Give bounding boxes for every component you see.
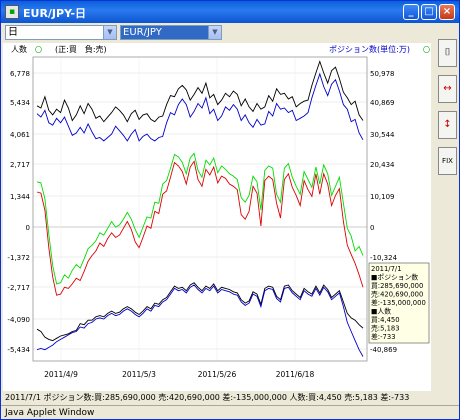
minimize-button[interactable]: _: [403, 4, 419, 20]
plot-frame: [32, 56, 368, 362]
grid: [33, 57, 367, 361]
right-legend-badge[interactable]: 〇: [423, 46, 430, 54]
series-line-5: [36, 284, 364, 357]
left-legend-badge[interactable]: 〇: [35, 46, 42, 54]
right-tick-label: 0: [370, 224, 374, 232]
pair-value: EUR/JPY: [123, 27, 162, 38]
tooltip-line: 差:-733: [371, 332, 396, 341]
title-bar[interactable]: ▪ EUR/JPY-日 _ □ ×: [1, 1, 459, 23]
x-tick-label: 2011/5/26: [198, 370, 237, 379]
chevron-down-icon[interactable]: ▼: [208, 26, 221, 39]
tooltip-line: 差:-135,000,000: [371, 298, 426, 307]
x-tick-label: 2011/4/9: [44, 370, 78, 379]
tooltip-line: 2011/7/1: [371, 265, 402, 273]
chart-panel: 人数 〇 (正:買 負:売) ポジション数(単位:万) 〇 6,778 5,434…: [3, 43, 431, 391]
tooltip-line: 買:4,450: [371, 316, 400, 324]
left-legend-note: (正:買 負:売): [55, 44, 107, 54]
fix-button[interactable]: FIX: [438, 147, 457, 175]
left-tick-label: -2,717: [7, 284, 30, 292]
horizontal-expand-icon[interactable]: ↔: [438, 75, 457, 103]
tooltip-line: 買:285,690,000: [371, 282, 423, 290]
left-tick-label: -1,372: [7, 254, 30, 262]
left-tick-label: 2,717: [10, 161, 30, 169]
left-legend-label: 人数: [11, 44, 27, 54]
left-tick-label: 4,061: [10, 131, 30, 139]
series-group: [36, 60, 364, 357]
left-tick-label: 6,778: [10, 70, 30, 78]
right-tick-label: 50,978: [370, 70, 395, 78]
axes: 6,778 5,434 4,061 2,717 1,344 0 -1,372 -2,717 -4…: [7, 56, 398, 379]
pair-select[interactable]: EUR/JPY ▼: [120, 25, 222, 40]
vertical-expand-icon[interactable]: ↕: [438, 111, 457, 139]
tooltip-line: 売:420,690,000: [371, 290, 423, 299]
series-line-3: [36, 160, 364, 296]
x-tick-label: 2011/5/3: [122, 370, 156, 379]
right-tick-label: -10,324: [370, 254, 398, 262]
app-icon: ▪: [5, 5, 19, 19]
tooltip-line: 売:5,183: [371, 324, 400, 333]
left-tick-label: -5,434: [7, 346, 30, 354]
period-value: 日: [8, 27, 18, 38]
right-tick-label: 30,544: [370, 131, 395, 139]
chart-icon[interactable]: ⌷: [438, 39, 457, 67]
window-title: EUR/JPY-日: [23, 7, 87, 20]
chart-svg[interactable]: 人数 〇 (正:買 負:売) ポジション数(単位:万) 〇 6,778 5,434…: [3, 43, 431, 391]
close-button[interactable]: ×: [439, 4, 455, 20]
toolbar: 日 ▼ EUR/JPY ▼: [3, 23, 459, 43]
right-legend-label: ポジション数(単位:万): [329, 44, 410, 54]
left-tick-label: 0: [26, 224, 30, 232]
maximize-button[interactable]: □: [421, 4, 437, 20]
app-window: ▪ EUR/JPY-日 _ □ × 日 ▼ EUR/JPY ▼ 人数 〇 (正:…: [0, 0, 460, 420]
left-tick-label: 5,434: [10, 99, 31, 107]
chevron-down-icon[interactable]: ▼: [103, 26, 116, 39]
right-tick-label: 20,434: [370, 161, 395, 169]
right-tick-label: 40,869: [370, 99, 395, 107]
series-line-2: [36, 152, 364, 285]
left-tick-label: -4,090: [7, 316, 30, 324]
tooltip-line: ■人数: [371, 307, 391, 316]
applet-footer: Java Applet Window: [1, 405, 459, 419]
right-tick-label: -40,869: [370, 346, 397, 354]
tooltip-line: ■ポジション数: [371, 273, 418, 282]
data-tooltip: 2011/7/1■ポジション数買:285,690,000売:420,690,00…: [368, 262, 430, 344]
status-bar: 2011/7/1 ポジション数:買:285,690,000 売:420,690,…: [3, 391, 459, 404]
left-tick-label: 1,344: [10, 193, 31, 201]
period-select[interactable]: 日 ▼: [5, 25, 117, 40]
series-line-1: [36, 72, 364, 142]
x-tick-label: 2011/6/18: [276, 370, 315, 379]
right-tick-label: 10,109: [370, 193, 395, 201]
